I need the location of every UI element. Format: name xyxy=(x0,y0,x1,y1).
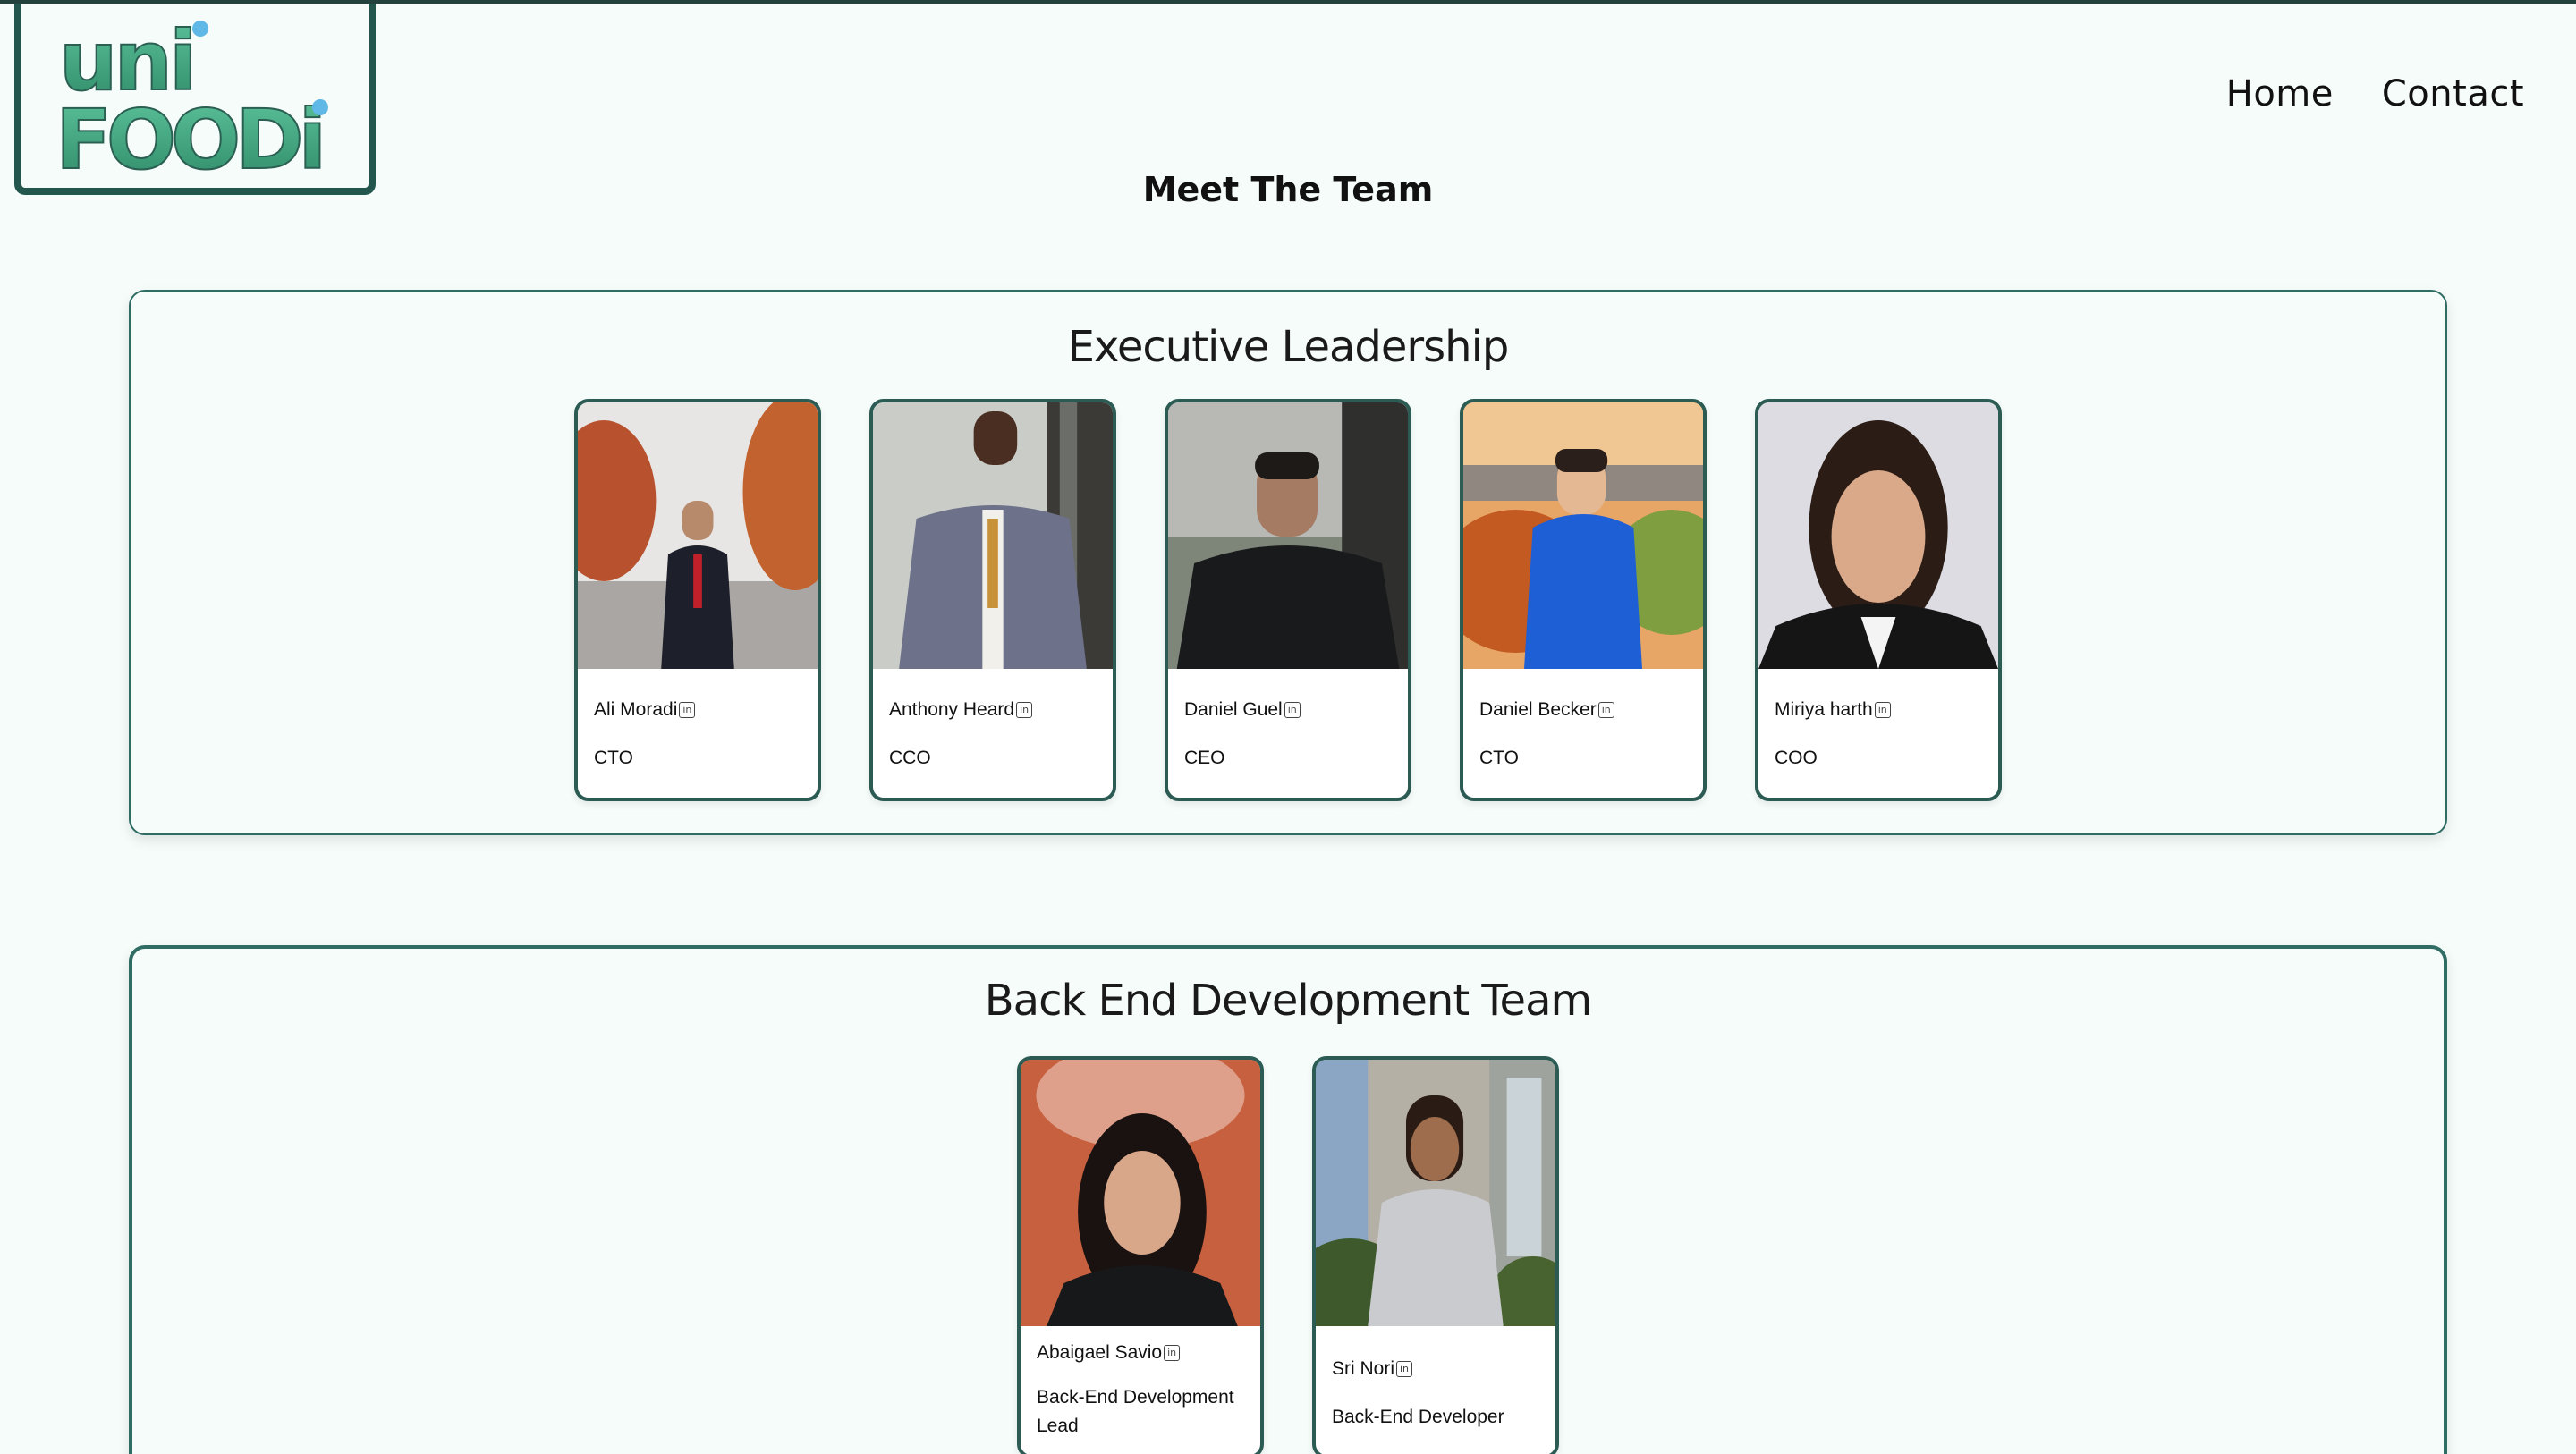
page: uni FOODi Home Contact Meet The Team Exe… xyxy=(0,0,2576,1454)
section-title: Back End Development Team xyxy=(984,976,1593,1026)
member-photo xyxy=(1758,402,1998,669)
nav-home-link[interactable]: Home xyxy=(2226,73,2334,114)
team-member-card: Sri Nori in Back-End Developer xyxy=(1312,1056,1559,1454)
linkedin-icon[interactable]: in xyxy=(1396,1361,1413,1377)
linkedin-icon[interactable]: in xyxy=(1874,702,1891,718)
member-photo xyxy=(1463,402,1703,669)
section-title: Executive Leadership xyxy=(1067,322,1510,372)
member-role: CTO xyxy=(594,748,633,768)
linkedin-icon[interactable]: in xyxy=(1016,702,1033,718)
member-photo xyxy=(873,402,1113,669)
team-member-card: Abaigael Savio in Back-End Development Le… xyxy=(1017,1056,1264,1454)
team-member-card: Daniel Guel in CEO xyxy=(1165,399,1411,801)
executive-leadership-section: Executive Leadership Ali Moradi in CTO A… xyxy=(129,290,2447,835)
team-cards: Ali Moradi in CTO Anthony Heard in CCO D… xyxy=(131,399,2445,801)
linkedin-icon[interactable]: in xyxy=(679,702,696,718)
member-name: Sri Nori xyxy=(1332,1358,1395,1379)
team-member-card: Anthony Heard in CCO xyxy=(869,399,1116,801)
team-member-card: Miriya harth in COO xyxy=(1755,399,2002,801)
linkedin-icon[interactable]: in xyxy=(1164,1345,1181,1361)
nav-contact-link[interactable]: Contact xyxy=(2382,73,2524,114)
logo-mark: uni FOODi xyxy=(55,13,328,188)
member-role: CEO xyxy=(1184,748,1225,768)
team-member-card: Daniel Becker in CTO xyxy=(1460,399,1707,801)
member-name: Ali Moradi xyxy=(594,699,678,720)
page-title: Meet The Team xyxy=(1142,170,1434,209)
member-role: Back-End Developer xyxy=(1332,1407,1504,1427)
unifoodi-logo[interactable]: uni FOODi xyxy=(14,4,376,195)
member-name: Daniel Becker xyxy=(1479,699,1597,720)
member-photo xyxy=(578,402,818,669)
member-role: COO xyxy=(1775,748,1818,768)
back-end-team-section: Back End Development Team Abaigael Savio… xyxy=(129,945,2447,1454)
member-name: Abaigael Savio xyxy=(1037,1342,1163,1363)
member-role: CCO xyxy=(889,748,931,768)
member-photo xyxy=(1021,1060,1260,1326)
member-role: CTO xyxy=(1479,748,1519,768)
team-cards: Abaigael Savio in Back-End Development Le… xyxy=(132,1056,2444,1454)
top-nav: Home Contact xyxy=(2226,73,2524,114)
member-name: Anthony Heard xyxy=(889,699,1015,720)
member-photo xyxy=(1168,402,1408,669)
member-name: Daniel Guel xyxy=(1184,699,1283,720)
linkedin-icon[interactable]: in xyxy=(1597,702,1614,718)
member-photo xyxy=(1316,1060,1555,1326)
team-member-card: Ali Moradi in CTO xyxy=(574,399,821,801)
member-name: Miriya harth xyxy=(1775,699,1873,720)
linkedin-icon[interactable]: in xyxy=(1284,702,1301,718)
member-role: Back-End Development Lead xyxy=(1037,1387,1234,1436)
